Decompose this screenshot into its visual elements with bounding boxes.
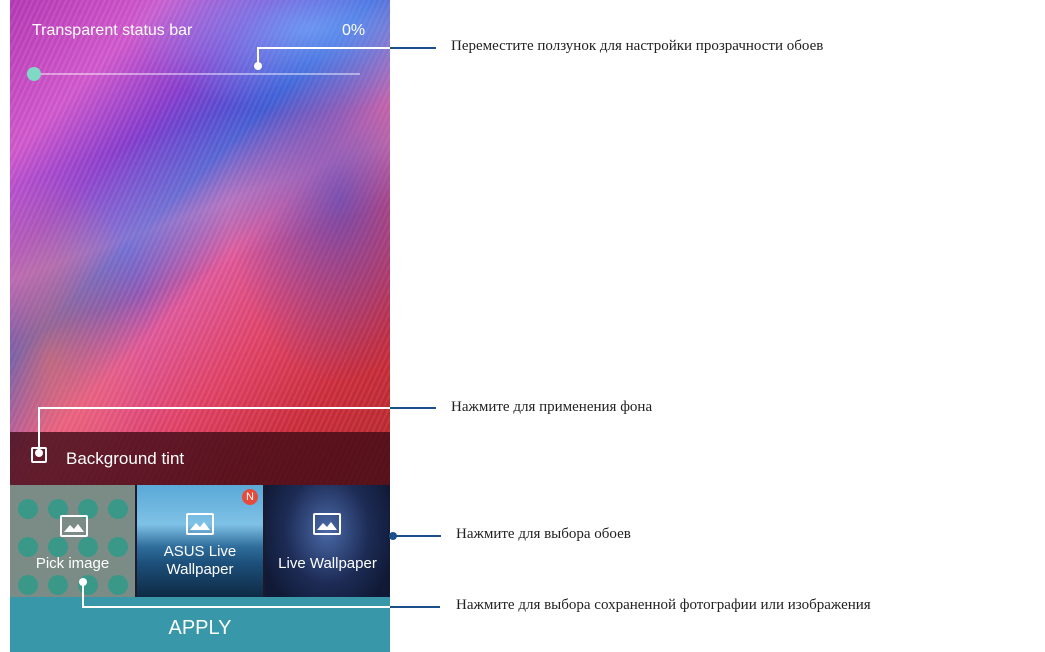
callout-line-tint bbox=[390, 407, 436, 409]
image-loading-icon bbox=[313, 513, 341, 535]
callout-line-slider-inner bbox=[257, 47, 390, 49]
callout-stem-pick-image bbox=[82, 580, 84, 607]
phone-screen: Transparent status bar 0% Background tin… bbox=[10, 0, 390, 652]
callout-pick-image-text: Нажмите для выбора сохраненной фотографи… bbox=[456, 597, 871, 613]
transparency-percent: 0% bbox=[342, 22, 366, 39]
callout-slider-text: Переместите ползунок для настройки прозр… bbox=[451, 38, 824, 54]
pick-image-label: Pick image bbox=[35, 555, 110, 572]
live-wallpaper-tile[interactable]: Live Wallpaper bbox=[265, 485, 390, 597]
callout-line-slider bbox=[390, 47, 436, 49]
callout-line-pick-image-inner bbox=[82, 606, 390, 608]
callout-line-pick-image bbox=[390, 606, 440, 608]
new-badge: N bbox=[242, 489, 258, 505]
callout-wallpaper-text: Нажмите для выбора обоев bbox=[456, 526, 631, 542]
app-grid-preview bbox=[14, 495, 134, 595]
wallpaper-source-list: Pick image ASUS Live Wallpaper Live Wall… bbox=[10, 485, 390, 597]
callout-line-wallpaper bbox=[393, 535, 441, 537]
image-loading-icon bbox=[186, 513, 214, 535]
callout-stem-slider bbox=[257, 47, 259, 67]
asus-live-wallpaper-label: ASUS Live Wallpaper bbox=[163, 543, 237, 578]
pick-image-tile[interactable]: Pick image bbox=[10, 485, 135, 597]
live-wallpaper-label: Live Wallpaper bbox=[278, 555, 377, 572]
callout-tint-text: Нажмите для применения фона bbox=[451, 399, 653, 415]
image-icon bbox=[60, 515, 88, 537]
callout-stem-tint bbox=[38, 408, 40, 451]
transparent-status-bar-label: Transparent status bar bbox=[32, 22, 193, 39]
callout-line-tint-inner bbox=[38, 407, 390, 409]
apply-label: APPLY bbox=[168, 617, 232, 639]
transparency-slider[interactable] bbox=[35, 73, 360, 75]
background-tint-label: Background tint bbox=[66, 449, 185, 468]
transparency-slider-thumb[interactable] bbox=[27, 67, 41, 81]
